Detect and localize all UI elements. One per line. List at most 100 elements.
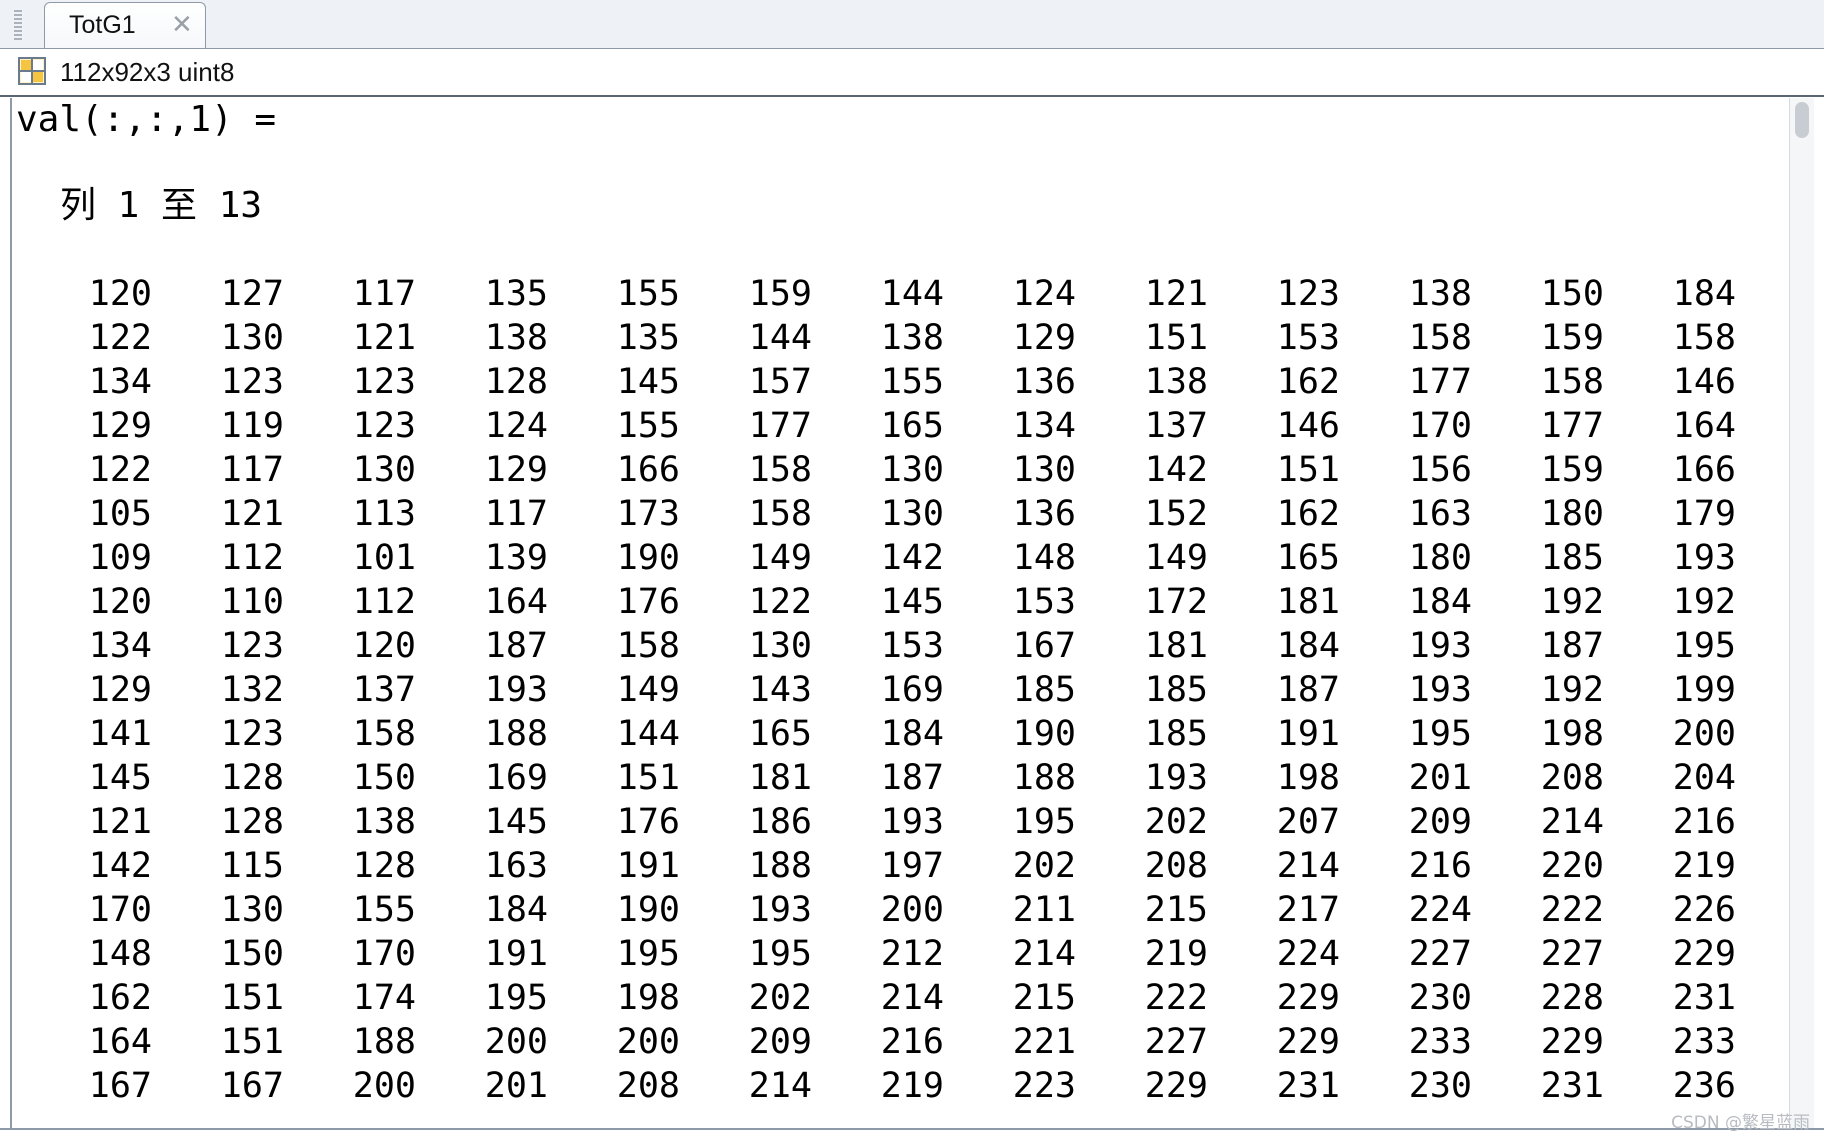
matrix-cell: 195	[484, 978, 548, 1018]
matrix-cell: 216	[880, 1022, 944, 1062]
matrix-cell: 128	[352, 846, 416, 886]
matrix-cell: 112	[352, 582, 416, 622]
matrix-cell: 153	[1276, 318, 1340, 358]
matrix-cell: 127	[220, 274, 284, 314]
drag-grip-handle[interactable]	[14, 10, 22, 40]
matrix-cell: 121	[88, 802, 152, 842]
matrix-cell: 173	[616, 494, 680, 534]
matrix-cell: 146	[1672, 362, 1736, 402]
matrix-cell: 136	[1012, 494, 1076, 534]
matrix-cell: 231	[1276, 1066, 1340, 1106]
matrix-cell: 158	[748, 450, 812, 490]
close-icon[interactable]: ✕	[171, 11, 193, 39]
matrix-cell: 231	[1540, 1066, 1604, 1106]
matrix-cell: 181	[1144, 626, 1208, 666]
matrix-cell: 129	[1012, 318, 1076, 358]
matrix-cell: 142	[1144, 450, 1208, 490]
matrix-cell: 221	[1012, 1022, 1076, 1062]
tab-strip: TotG1 ✕	[0, 0, 1824, 49]
matrix-cell: 177	[1408, 362, 1472, 402]
matrix-cell: 158	[748, 494, 812, 534]
matrix-cell: 122	[748, 582, 812, 622]
matrix-cell: 198	[1540, 714, 1604, 754]
matrix-cell: 187	[880, 758, 944, 798]
matrix-cell: 105	[88, 494, 152, 534]
matrix-cell: 151	[220, 1022, 284, 1062]
matrix-cell: 229	[1540, 1022, 1604, 1062]
matrix-cell: 151	[1276, 450, 1340, 490]
matrix-cell: 123	[352, 406, 416, 446]
matrix-cell: 163	[484, 846, 548, 886]
matrix-cell: 209	[1408, 802, 1472, 842]
matrix-cell: 184	[484, 890, 548, 930]
column-range-label: 列 1 至 13	[60, 185, 263, 226]
matrix-values: 120 127 117 135 155 159 144 124 121 123 138 150 184 1…	[12, 272, 1772, 1108]
matrix-cell: 151	[220, 978, 284, 1018]
matrix-cell: 144	[748, 318, 812, 358]
matrix-cell: 128	[484, 362, 548, 402]
variable-editor-window: TotG1 ✕ 112x92x3 uint8 val(:,:,1) = 列 1 …	[0, 0, 1824, 1138]
vertical-scrollbar[interactable]	[1789, 98, 1814, 1130]
matrix-cell: 184	[880, 714, 944, 754]
matrix-cell: 137	[352, 670, 416, 710]
matrix-cell: 202	[1144, 802, 1208, 842]
matrix-cell: 176	[616, 582, 680, 622]
matrix-row: 129 132 137 193 149 143 169 185 185 187 193 192 199	[12, 668, 1772, 712]
matrix-cell: 177	[748, 406, 812, 446]
matrix-cell: 158	[1672, 318, 1736, 358]
matrix-cell: 190	[616, 890, 680, 930]
matrix-cell: 195	[1012, 802, 1076, 842]
variable-size-type: 112x92x3 uint8	[60, 57, 235, 87]
matrix-cell: 195	[616, 934, 680, 974]
command-output-pane[interactable]: val(:,:,1) = 列 1 至 13 120 127 117 135 155 159…	[10, 98, 1796, 1130]
matrix-cell: 208	[616, 1066, 680, 1106]
matrix-cell: 157	[748, 362, 812, 402]
matrix-cell: 119	[220, 406, 284, 446]
matrix-cell: 142	[88, 846, 152, 886]
matrix-cell: 152	[1144, 494, 1208, 534]
matrix-cell: 128	[220, 758, 284, 798]
matrix-cell: 138	[1144, 362, 1208, 402]
matrix-cell: 150	[220, 934, 284, 974]
matrix-cell: 159	[1540, 318, 1604, 358]
matrix-cell: 185	[1144, 670, 1208, 710]
matrix-cell: 212	[880, 934, 944, 974]
matrix-cell: 190	[616, 538, 680, 578]
matrix-row: 148 150 170 191 195 195 212 214 219 224 227 227 229	[12, 932, 1772, 976]
matrix-cell: 191	[1276, 714, 1340, 754]
matrix-cell: 145	[880, 582, 944, 622]
matrix-cell: 135	[616, 318, 680, 358]
matrix-cell: 123	[220, 626, 284, 666]
matrix-cell: 176	[616, 802, 680, 842]
matrix-cell: 224	[1408, 890, 1472, 930]
matrix-cell: 197	[880, 846, 944, 886]
tab-totg1[interactable]: TotG1 ✕	[44, 2, 206, 48]
matrix-cell: 222	[1540, 890, 1604, 930]
matrix-cell: 229	[1276, 978, 1340, 1018]
matrix-row: 121 128 138 145 176 186 193 195 202 207 209 214 216	[12, 800, 1772, 844]
matrix-cell: 162	[1276, 494, 1340, 534]
matrix-cell: 145	[88, 758, 152, 798]
matrix-cell: 170	[352, 934, 416, 974]
matrix-cell: 134	[88, 362, 152, 402]
matrix-cell: 227	[1540, 934, 1604, 974]
matrix-cell: 165	[1276, 538, 1340, 578]
matrix-cell: 130	[220, 890, 284, 930]
matrix-cell: 188	[484, 714, 548, 754]
matrix-cell: 121	[352, 318, 416, 358]
matrix-cell: 193	[484, 670, 548, 710]
matrix-cell: 165	[748, 714, 812, 754]
matrix-cell: 159	[1540, 450, 1604, 490]
matrix-cell: 198	[616, 978, 680, 1018]
matrix-cell: 195	[748, 934, 812, 974]
scrollbar-thumb[interactable]	[1795, 102, 1809, 138]
matrix-cell: 123	[220, 714, 284, 754]
matrix-cell: 155	[880, 362, 944, 402]
matrix-cell: 120	[352, 626, 416, 666]
matrix-cell: 216	[1672, 802, 1736, 842]
matrix-cell: 172	[1144, 582, 1208, 622]
matrix-cell: 145	[484, 802, 548, 842]
matrix-cell: 188	[352, 1022, 416, 1062]
matrix-cell: 122	[88, 450, 152, 490]
matrix-cell: 135	[484, 274, 548, 314]
